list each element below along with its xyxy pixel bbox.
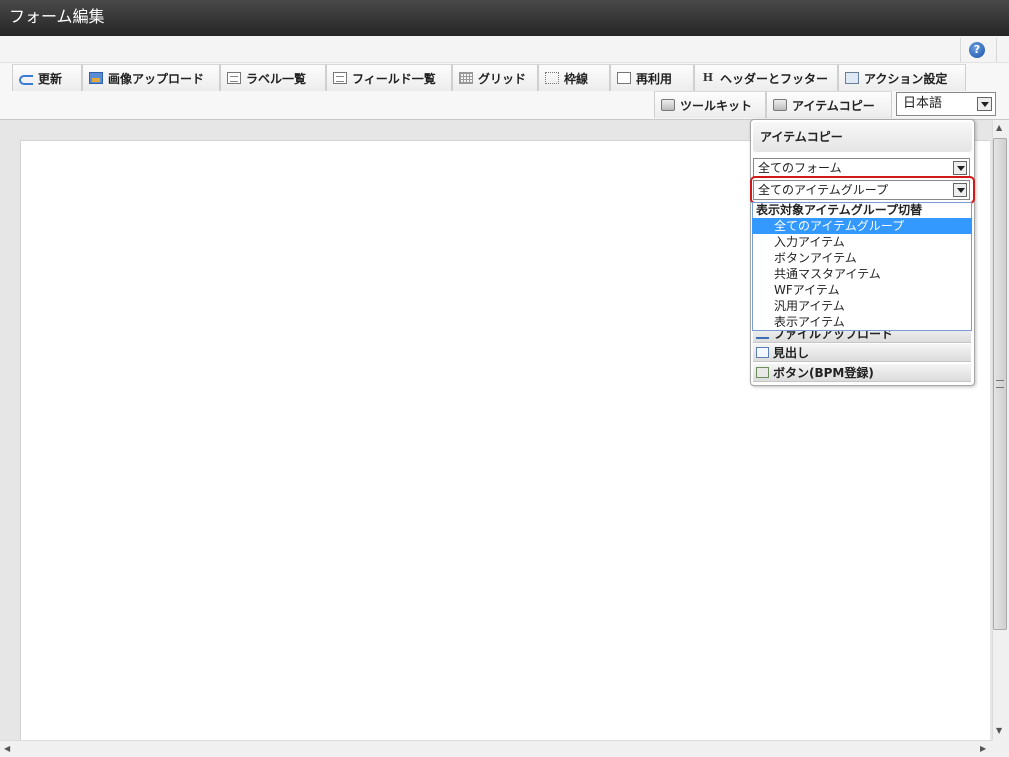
- toolkit-icon: [661, 99, 675, 111]
- field-list-button[interactable]: フィールド一覧: [326, 64, 452, 91]
- dropdown-option[interactable]: WFアイテム: [752, 282, 972, 298]
- dropdown-option[interactable]: 汎用アイテム: [752, 298, 972, 314]
- chevron-down-icon: [977, 97, 992, 111]
- toolkit-label: ツールキット: [680, 98, 753, 113]
- scroll-right-icon[interactable]: ▶: [980, 744, 986, 753]
- reuse-label: 再利用: [636, 71, 673, 86]
- bpm-button-icon: [756, 367, 769, 378]
- grid-button[interactable]: グリッド: [452, 64, 538, 91]
- refresh-label: 更新: [38, 71, 63, 86]
- refresh-button[interactable]: 更新: [12, 64, 82, 91]
- scroll-grip-icon: [996, 380, 1004, 388]
- field-list-label: フィールド一覧: [352, 71, 436, 86]
- help-separator: [960, 38, 961, 62]
- header-footer-button[interactable]: H ヘッダーとフッター: [694, 64, 838, 91]
- border-label: 枠線: [564, 71, 589, 86]
- help-separator-right: [996, 38, 997, 62]
- border-icon: [545, 72, 559, 84]
- dropdown-group-label: 表示対象アイテムグループ切替: [756, 203, 923, 217]
- language-value: 日本語: [903, 96, 943, 111]
- dropdown-option[interactable]: 入力アイテム: [752, 234, 972, 250]
- panel-item-bpm-button[interactable]: ボタン(BPM登録): [753, 364, 971, 382]
- header-footer-icon: H: [702, 71, 714, 84]
- scroll-up-icon[interactable]: ▲: [996, 123, 1002, 132]
- image-upload-label: 画像アップロード: [108, 71, 205, 86]
- grid-icon: [459, 72, 473, 84]
- dropdown-option[interactable]: 共通マスタアイテム: [752, 266, 972, 282]
- form-select[interactable]: 全てのフォーム: [753, 158, 970, 178]
- item-copy-icon: [773, 99, 787, 111]
- chevron-down-icon: [953, 161, 967, 175]
- panel-title: アイテムコピー: [753, 122, 972, 152]
- dropdown-option[interactable]: 全てのアイテムグループ: [752, 218, 972, 234]
- scroll-left-icon[interactable]: ◀: [4, 744, 10, 753]
- refresh-icon: [19, 72, 33, 85]
- panel-item-label: ボタン(BPM登録): [773, 366, 874, 380]
- label-list-label: ラベル一覧: [246, 71, 307, 86]
- image-upload-icon: [89, 72, 103, 84]
- field-list-icon: [333, 72, 347, 84]
- window-title: フォーム編集: [0, 0, 1009, 36]
- action-settings-label: アクション設定: [864, 71, 948, 86]
- scroll-down-icon[interactable]: ▼: [996, 726, 1002, 735]
- help-icon[interactable]: ?: [969, 42, 985, 58]
- toolkit-button[interactable]: ツールキット: [654, 91, 766, 118]
- label-list-button[interactable]: ラベル一覧: [220, 64, 326, 91]
- reuse-button[interactable]: 再利用: [610, 64, 694, 91]
- reuse-icon: [617, 72, 631, 84]
- action-settings-button[interactable]: アクション設定: [838, 64, 966, 91]
- panel-item-label: 見出し: [773, 346, 810, 360]
- horizontal-scrollbar[interactable]: [0, 740, 993, 757]
- scroll-corner: [992, 740, 1009, 757]
- border-button[interactable]: 枠線: [538, 64, 610, 91]
- panel-item-heading[interactable]: 見出し: [753, 344, 971, 362]
- header-footer-label: ヘッダーとフッター: [720, 71, 829, 86]
- help-bar: [0, 36, 1009, 63]
- action-settings-icon: [845, 72, 859, 84]
- item-copy-button[interactable]: アイテムコピー: [766, 91, 892, 118]
- label-list-icon: [227, 72, 241, 84]
- highlight-box: [750, 176, 975, 204]
- form-select-value: 全てのフォーム: [758, 161, 842, 175]
- grid-label: グリッド: [478, 71, 527, 86]
- language-select[interactable]: 日本語: [896, 92, 996, 116]
- image-upload-button[interactable]: 画像アップロード: [82, 64, 220, 91]
- item-copy-label: アイテムコピー: [792, 98, 875, 113]
- dropdown-option[interactable]: 表示アイテム: [752, 314, 972, 330]
- dropdown-option[interactable]: ボタンアイテム: [752, 250, 972, 266]
- heading-icon: [756, 347, 769, 358]
